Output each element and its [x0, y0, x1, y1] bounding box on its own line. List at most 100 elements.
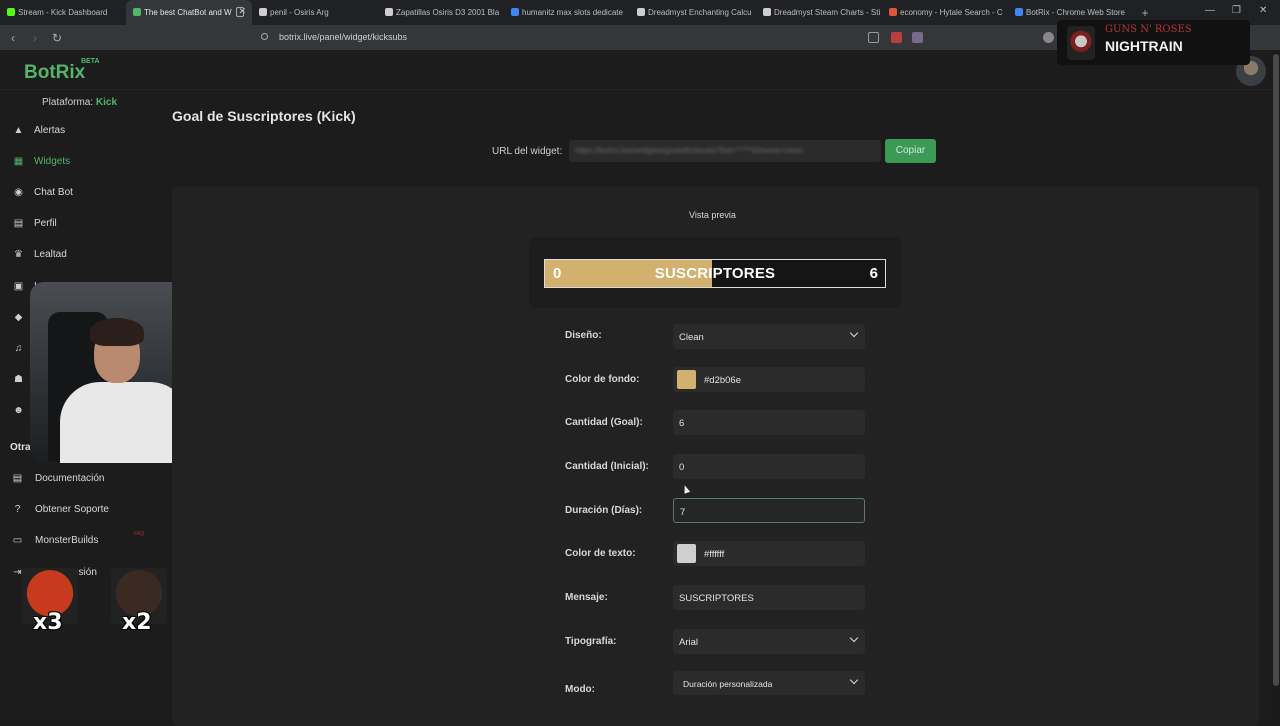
sidebar-item-monsterbuilds[interactable]: ▭ MonsterBuilds	[12, 532, 99, 548]
sidebar-item-perfil[interactable]: ▤ Perfil	[13, 215, 57, 231]
sidebar-heading-other: Otra	[10, 442, 31, 453]
message-input[interactable]: SUSCRIPTORES	[673, 585, 865, 610]
tab-title: Stream - Kick Dashboard	[18, 8, 108, 17]
mode-select[interactable]: Duración personalizada	[673, 671, 865, 695]
message-label: Mensaje:	[565, 592, 608, 603]
sidebar-item-label: Documentación	[35, 472, 105, 484]
share-icon[interactable]	[868, 32, 879, 43]
browser-tab[interactable]: Zapatillas Osiris D3 2001 Bla	[378, 0, 504, 25]
reload-icon[interactable]: ↻	[48, 31, 66, 45]
browser-tab[interactable]: The best ChatBot and W ✕	[126, 0, 252, 25]
duration-input[interactable]: 7	[673, 498, 865, 523]
id-card-icon: ▤	[13, 217, 24, 229]
platform-indicator: Plataforma: Kick	[42, 97, 117, 108]
tab-title: penil - Osiris Arg	[270, 8, 329, 17]
now-playing-overlay: GUNS N' ROSES NIGHTRAIN	[1057, 20, 1250, 65]
sidebar-item-widgets[interactable]: ▦ Widgets	[13, 153, 70, 169]
platform-value: Kick	[95, 97, 118, 108]
font-label: Tipografía:	[565, 636, 617, 647]
page-scrollbar[interactable]	[1272, 50, 1280, 720]
mode-label: Modo:	[565, 684, 595, 695]
tab-favicon-icon	[133, 8, 141, 16]
emote-count: x3	[33, 610, 63, 635]
extension-icon[interactable]	[912, 32, 923, 43]
text-color-swatch[interactable]	[677, 544, 696, 563]
copy-button[interactable]: Copiar	[885, 139, 936, 163]
book-icon: ▤	[12, 472, 23, 484]
goal-end-value: 6	[869, 265, 878, 282]
browser-tab[interactable]: economy - Hytale Search - C	[882, 0, 1008, 25]
beta-badge: BETA	[81, 58, 100, 65]
sidebar-item-lealtad[interactable]: ♛ Lealtad	[13, 246, 67, 262]
new-tab-icon[interactable]: +	[1134, 6, 1156, 20]
sidebar-item-label: Chat Bot	[34, 186, 73, 198]
goal-message: SUSCRIPTORES	[654, 265, 776, 282]
sidebar-item-alertas[interactable]: ▲ Alertas	[13, 122, 66, 138]
song-title: NIGHTRAIN	[1105, 38, 1183, 54]
trophy-icon: ♛	[14, 248, 23, 260]
chevron-down-icon	[849, 328, 859, 338]
bg-color-field[interactable]: #d2b06e	[673, 367, 865, 392]
design-select[interactable]: Clean	[673, 324, 865, 349]
sidebar-item-chat-bot[interactable]: ◉ Chat Bot	[13, 184, 73, 200]
sidebar-item-obtener-soporte[interactable]: ? Obtener Soporte	[12, 501, 109, 517]
tab-title: The best ChatBot and W	[144, 8, 232, 17]
faq-badge: FAQ	[134, 531, 145, 537]
tab-title: Dreadmyst Enchanting Calcu	[648, 8, 752, 17]
question-icon: ?	[14, 503, 21, 515]
robot-icon: ◉	[14, 186, 23, 198]
sidebar-item-label: Obtener Soporte	[35, 503, 109, 515]
browser-tab[interactable]: Dreadmyst Steam Charts - Sti	[756, 0, 882, 25]
minimize-icon[interactable]: —	[1205, 5, 1215, 16]
duration-label: Duración (Días):	[565, 505, 643, 516]
platform-label: Plataforma:	[42, 97, 94, 108]
sidebar-item-documentación[interactable]: ▤ Documentación	[12, 470, 105, 486]
tab-favicon-icon	[511, 8, 519, 16]
preview-label: Vista previa	[689, 210, 736, 220]
sidebar-item-label: Perfil	[34, 217, 57, 229]
alert-triangle-icon: ▲	[13, 124, 24, 136]
tab-title: Zapatillas Osiris D3 2001 Bla	[396, 8, 500, 17]
widget-url-field[interactable]: https://botrix.live/widgets/goals/kicksu…	[569, 140, 881, 162]
album-art-icon	[1067, 26, 1095, 60]
tab-favicon-icon	[385, 8, 393, 16]
band-name: GUNS N' ROSES	[1105, 24, 1192, 35]
tab-favicon-icon	[637, 8, 645, 16]
browser-tab[interactable]: humanitz max slots dedicate	[504, 0, 630, 25]
goal-progress-bar: 0 SUSCRIPTORES 6	[544, 259, 886, 288]
site-info-icon[interactable]	[261, 33, 268, 40]
sidebar-item-label: Widgets	[34, 155, 71, 167]
bg-color-swatch[interactable]	[677, 370, 696, 389]
initial-amount-label: Cantidad (Inicial):	[565, 461, 649, 472]
extension-icon[interactable]	[891, 32, 902, 43]
emote-count: x2	[122, 610, 152, 635]
tab-title: economy - Hytale Search - C	[900, 8, 1003, 17]
grid-icon: ▦	[13, 155, 24, 167]
browser-tab[interactable]: penil - Osiris Arg	[252, 0, 378, 25]
text-color-field[interactable]: #ffffff	[673, 541, 865, 566]
sidebar-item-label: Alertas	[34, 124, 66, 136]
back-icon[interactable]: ‹	[4, 31, 22, 45]
font-select[interactable]: Arial	[673, 629, 865, 654]
tab-title: BotRix - Chrome Web Store	[1026, 8, 1125, 17]
bookmark-icon[interactable]	[236, 7, 244, 17]
sidebar-item-label: Lealtad	[34, 248, 67, 260]
initial-amount-input[interactable]: 0	[673, 454, 865, 479]
laptop-icon: ▭	[12, 534, 23, 546]
url-text[interactable]: botrix.live/panel/widget/kicksubs	[279, 32, 407, 42]
tab-favicon-icon	[889, 8, 897, 16]
maximize-icon[interactable]: ❐	[1232, 5, 1241, 16]
chevron-down-icon	[849, 633, 859, 643]
tab-title: Dreadmyst Steam Charts - Sti	[774, 8, 881, 17]
browser-tab[interactable]: Dreadmyst Enchanting Calcu	[630, 0, 756, 25]
forward-icon[interactable]: ›	[26, 31, 44, 45]
text-color-label: Color de texto:	[565, 548, 636, 559]
goal-amount-input[interactable]: 6	[673, 410, 865, 435]
goal-amount-label: Cantidad (Goal):	[565, 417, 643, 428]
browser-tab[interactable]: Stream - Kick Dashboard	[0, 0, 126, 25]
extension-icon[interactable]	[1043, 32, 1054, 43]
chevron-down-icon	[849, 675, 859, 685]
tab-favicon-icon	[763, 8, 771, 16]
botrix-logo[interactable]: BotRix	[24, 62, 85, 84]
close-window-icon[interactable]: ✕	[1259, 5, 1267, 16]
